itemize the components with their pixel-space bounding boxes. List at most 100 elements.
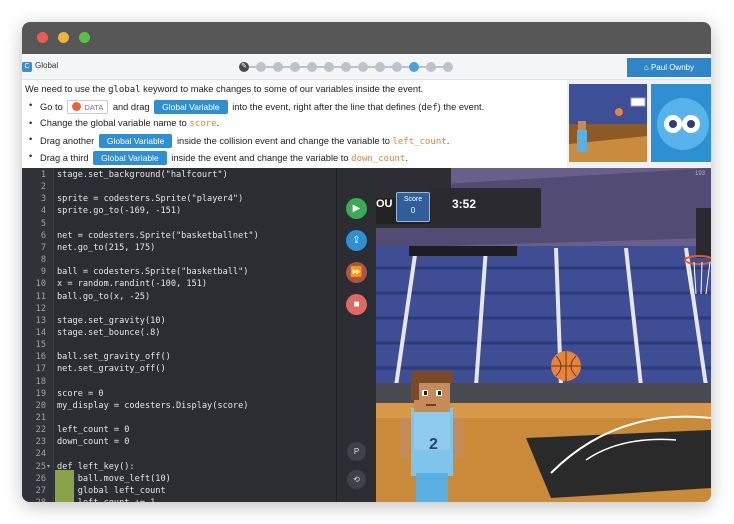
code-line[interactable]: def left_key():: [57, 462, 135, 472]
browser-window: C Global ✎ ⌂ Paul Ownby We need to use t…: [22, 22, 711, 502]
step-text: Go to: [40, 102, 63, 112]
code-line[interactable]: my_display = codesters.Display(score): [57, 401, 248, 411]
pencil-icon[interactable]: ✎: [239, 62, 249, 72]
def-keyword: def: [421, 103, 438, 113]
step-text: .: [216, 118, 220, 128]
minimize-window-button[interactable]: [58, 32, 69, 43]
progress-step[interactable]: [375, 62, 385, 72]
code-line[interactable]: net.go_to(215, 175): [57, 243, 155, 253]
code-line[interactable]: stage.set_bounce(.8): [57, 328, 160, 338]
line-number: 24: [35, 449, 46, 460]
window-titlebar: [22, 22, 711, 54]
progress-step[interactable]: [392, 62, 402, 72]
score-value: 0: [410, 206, 416, 215]
step-text: and drag: [112, 102, 150, 112]
data-chip-label: DATA: [84, 103, 104, 112]
global-variable-chip[interactable]: Global Variable: [154, 100, 228, 114]
game-clock: 3:52: [452, 197, 477, 211]
code-editor[interactable]: 1 stage.set_background("halfcourt") 2 3 spri…: [22, 168, 336, 502]
line-number: 3: [40, 194, 46, 205]
step-text: Change the global variable name to: [40, 118, 187, 128]
line-number: 15: [35, 340, 46, 351]
progress-step[interactable]: [307, 62, 317, 72]
code-line[interactable]: net.set_gravity_off(): [57, 364, 166, 374]
line-number: 1: [40, 170, 46, 180]
step-text: inside the event and change the variable…: [171, 153, 349, 163]
progress-step[interactable]: [341, 62, 351, 72]
progress-step[interactable]: [426, 62, 436, 72]
down-count-keyword: down_count: [351, 154, 406, 164]
scoreboard-team: OU: [376, 198, 393, 210]
code-line[interactable]: stage.set_gravity(10): [57, 316, 166, 326]
lesson-toolbar: C Global ✎ ⌂ Paul Ownby: [22, 54, 711, 80]
left-count-keyword: left_count: [392, 137, 447, 147]
line-number: 20: [35, 400, 46, 411]
lesson-thumbnails: [567, 80, 711, 168]
score-display: Score 0: [396, 192, 430, 222]
code-line[interactable]: net = codesters.Sprite("basketballnet"): [57, 231, 259, 241]
upload-icon[interactable]: ⇪: [346, 230, 367, 251]
progress-step[interactable]: [358, 62, 368, 72]
fast-forward-icon[interactable]: ⏩: [346, 262, 367, 283]
user-name: Paul Ownby: [650, 63, 695, 72]
data-tab-chip[interactable]: DATA: [67, 100, 109, 114]
intro-text: keyword to make changes to some of our v…: [143, 84, 424, 94]
line-number: 21: [35, 413, 46, 423]
step-text: inside the collision event and change th…: [176, 136, 390, 146]
code-line[interactable]: left_count += 1: [57, 498, 156, 502]
stop-icon[interactable]: ■: [346, 294, 367, 315]
fold-arrow-icon[interactable]: ▾: [47, 463, 50, 470]
code-line[interactable]: down_count = 0: [57, 437, 129, 447]
code-line[interactable]: sprite.go_to(-169, -151): [57, 206, 181, 216]
line-number: 5: [40, 218, 46, 229]
line-number: 22: [35, 425, 46, 436]
close-window-button[interactable]: [37, 32, 48, 43]
line-number: 27: [35, 485, 46, 496]
instruction-step-2: Change the global variable name to score…: [29, 118, 220, 129]
line-number: 25: [35, 461, 46, 472]
jersey-number: 2: [429, 436, 438, 453]
code-line[interactable]: ball.move_left(10): [57, 474, 171, 484]
user-button[interactable]: ⌂ Paul Ownby: [627, 58, 711, 77]
code-line[interactable]: score = 0: [57, 389, 104, 399]
progress-step[interactable]: [256, 62, 266, 72]
global-variable-chip[interactable]: Global Variable: [98, 134, 173, 148]
line-number: 10: [35, 279, 46, 290]
progress-step-current[interactable]: [409, 62, 419, 72]
code-line[interactable]: global left_count: [57, 486, 166, 496]
code-line[interactable]: ball = codesters.Sprite("basketball"): [57, 267, 248, 277]
step-text: Drag another: [40, 136, 95, 146]
code-line[interactable]: ball.go_to(x, -25): [57, 292, 150, 302]
line-number: 4: [40, 206, 46, 217]
progress-step[interactable]: [324, 62, 334, 72]
code-line[interactable]: left_count = 0: [57, 425, 129, 435]
example-thumbnail[interactable]: [569, 84, 647, 162]
frame-counter: 193: [694, 171, 705, 177]
step-text: ) the event.: [437, 102, 485, 112]
progress-step[interactable]: [273, 62, 283, 72]
progress-step[interactable]: [290, 62, 300, 72]
line-number: 13: [35, 315, 46, 326]
progress-step[interactable]: [443, 62, 453, 72]
maximize-window-button[interactable]: [79, 32, 90, 43]
global-variable-chip[interactable]: Global Variable: [93, 151, 167, 165]
codesters-logo: C: [22, 62, 32, 72]
code-line[interactable]: sprite = codesters.Sprite("player4"): [57, 194, 243, 204]
instruction-step-3: Drag another Global Variable inside the …: [29, 134, 449, 148]
game-stage[interactable]: OU Score 0 3:52 193 2: [376, 168, 711, 502]
code-line[interactable]: x = random.randint(-100, 151): [57, 279, 207, 289]
line-number: 28: [22, 498, 46, 502]
instruction-step-4: Drag a third Global Variable inside the …: [29, 151, 408, 165]
codesters-mascot-thumbnail[interactable]: [651, 84, 711, 162]
line-number: 14: [35, 327, 46, 338]
code-line[interactable]: stage.set_background("halfcourt"): [57, 170, 228, 180]
line-number: 26: [35, 473, 46, 484]
instructions-intro: We need to use the global keyword to mak…: [25, 84, 423, 95]
step-text: into the event, right after the line tha…: [232, 102, 422, 112]
line-number: 18: [35, 376, 46, 387]
play-icon[interactable]: ▶: [346, 198, 367, 219]
code-line[interactable]: ball.set_gravity_off(): [57, 352, 171, 362]
p-button[interactable]: P: [347, 442, 366, 461]
intro-text: We need to use the: [25, 84, 106, 94]
refresh-icon[interactable]: ⟲: [347, 470, 366, 489]
